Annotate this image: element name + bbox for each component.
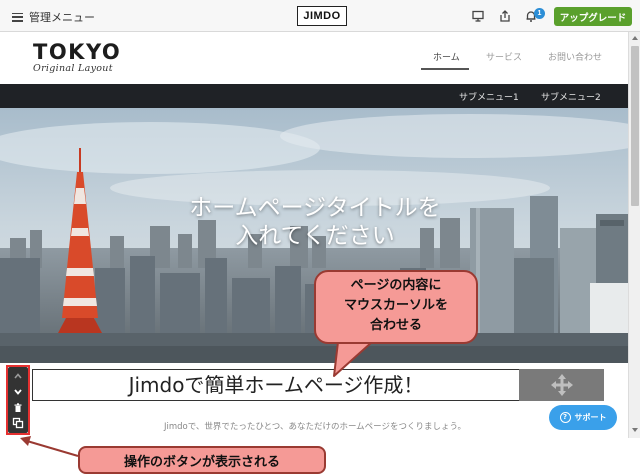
nav-item-home[interactable]: ホーム: [433, 50, 460, 63]
annotation-callout-buttons: 操作のボタンが表示される: [78, 446, 326, 474]
admin-menu-toggle[interactable]: 管理メニュー: [12, 8, 95, 26]
annotation-line-2: マウスカーソルを: [343, 298, 448, 313]
hero-title[interactable]: ホームページタイトルを 入れてください: [110, 194, 520, 250]
sub-navigation: サブメニュー1 サブメニュー2: [0, 84, 628, 108]
site-logo[interactable]: TOKYO Original Layout: [33, 40, 122, 75]
hero-title-line-2: 入れてください: [235, 223, 395, 249]
site-logo-subtitle: Original Layout: [33, 63, 113, 74]
sub-nav-item-1[interactable]: サブメニュー1: [459, 90, 519, 103]
move-arrows-icon: [550, 374, 573, 396]
annotation-callout-hover-text: ページの内容に マウスカーソルを 合わせる: [314, 276, 478, 336]
jimdo-logo[interactable]: JIMDO: [297, 6, 347, 26]
scroll-down-arrow-icon[interactable]: [631, 426, 639, 434]
section-title[interactable]: Jimdoで簡単ホームページ作成！: [32, 369, 520, 401]
support-label: サポート: [574, 413, 607, 422]
notification-badge: 1: [534, 8, 545, 19]
scroll-up-arrow-icon[interactable]: [631, 34, 639, 42]
admin-toolbar: 管理メニュー JIMDO 1 アップグレード: [0, 0, 640, 32]
annotation-line-3: 合わせる: [369, 318, 422, 333]
nav-item-contact[interactable]: お問い合わせ: [548, 50, 602, 63]
section-tagline: Jimdoで、世界でたったひとつ、あなただけのホームページをつくりましょう。: [163, 422, 467, 432]
help-icon: ?: [559, 412, 571, 423]
admin-menu-label: 管理メニュー: [29, 11, 95, 24]
hamburger-icon: [12, 12, 23, 22]
vertical-scrollbar[interactable]: [628, 32, 640, 438]
site-header: TOKYO Original Layout ホーム サービス お問い合わせ: [0, 32, 628, 84]
move-handle[interactable]: [519, 369, 604, 401]
site-logo-title: TOKYO: [33, 40, 122, 64]
nav-item-services[interactable]: サービス: [486, 50, 522, 63]
desktop-preview-icon[interactable]: [471, 9, 485, 23]
active-nav-indicator: [421, 68, 469, 70]
support-button[interactable]: ? サポート: [549, 405, 617, 430]
upgrade-button[interactable]: アップグレード: [554, 7, 632, 26]
sub-nav-item-2[interactable]: サブメニュー2: [541, 90, 601, 103]
hero-title-line-1: ホームページタイトルを: [189, 195, 441, 221]
share-icon[interactable]: [498, 9, 512, 23]
scroll-thumb[interactable]: [631, 46, 639, 206]
annotation-line-1: ページの内容に: [350, 278, 442, 293]
tool-strip-highlight: [6, 365, 30, 435]
